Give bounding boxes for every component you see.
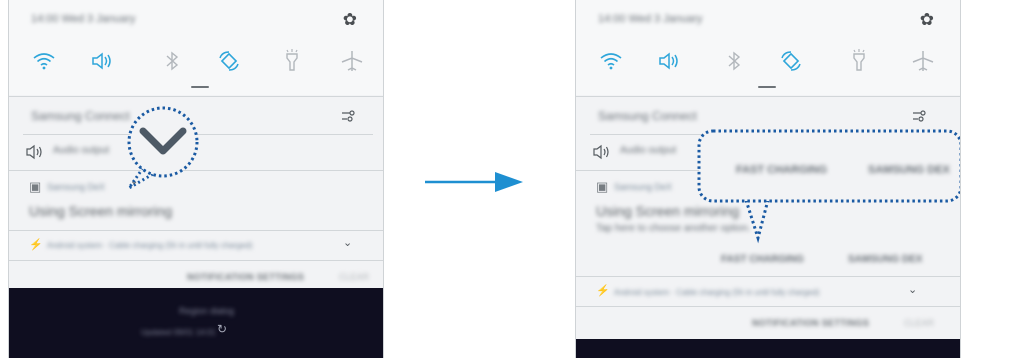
notification-settings-button[interactable]: NOTIFICATION SETTINGS: [187, 272, 304, 282]
app-name: Samsung DeX: [47, 182, 106, 192]
gear-icon[interactable]: ✿: [343, 10, 357, 30]
auto-rotate-icon[interactable]: [778, 48, 804, 74]
lightning-icon: ⚡: [29, 239, 43, 251]
notification-title[interactable]: Using Screen mirroring: [29, 203, 172, 219]
system-notification[interactable]: Android system · Cable charging (5h in u…: [47, 241, 252, 250]
notification-settings-button[interactable]: NOTIFICATION SETTINGS: [752, 318, 869, 328]
quick-tiles: [9, 48, 383, 74]
quick-settings: 14:00 Wed 3 January ✿: [576, 0, 960, 95]
audio-output-label[interactable]: Audio output: [53, 145, 109, 156]
divider: [576, 306, 960, 307]
callout-samsung-dex-button[interactable]: SAMSUNG DEX: [868, 164, 950, 176]
connect-settings-icon[interactable]: [341, 108, 357, 124]
wifi-icon[interactable]: [31, 48, 57, 74]
chevron-down-icon[interactable]: ⌄: [343, 236, 352, 249]
dark-line-2: Updated 09/01 14:01: [141, 328, 216, 337]
left-notification-panel: 14:00 Wed 3 January ✿ Samsung Connect Au…: [8, 0, 384, 358]
quick-tiles: [576, 48, 960, 74]
quick-settings: 14:00 Wed 3 January ✿: [9, 0, 383, 95]
dex-app-icon: ▣: [596, 179, 609, 194]
gear-icon[interactable]: ✿: [920, 10, 934, 30]
status-text: 14:00 Wed 3 January: [31, 13, 136, 25]
audio-output-label[interactable]: Audio output: [620, 145, 676, 156]
status-text: 14:00 Wed 3 January: [598, 13, 703, 25]
divider: [9, 230, 383, 231]
airplane-mode-icon[interactable]: [339, 48, 365, 74]
drag-handle[interactable]: [758, 86, 776, 88]
refresh-icon[interactable]: ↻: [217, 322, 227, 336]
divider: [9, 260, 383, 261]
dark-background: [576, 339, 960, 358]
dark-line-1: Region dialog: [179, 306, 235, 316]
right-notification-panel: 14:00 Wed 3 January ✿ Samsung Connect Au…: [575, 0, 961, 358]
bluetooth-icon[interactable]: [159, 48, 185, 74]
expand-chevron-icon[interactable]: [137, 123, 189, 159]
drag-handle[interactable]: [191, 86, 209, 88]
sound-icon[interactable]: [89, 48, 115, 74]
wifi-icon[interactable]: [598, 48, 624, 74]
audio-output-icon[interactable]: [25, 144, 45, 160]
divider: [576, 96, 960, 97]
dex-app-icon: ▣: [29, 179, 42, 194]
auto-rotate-icon[interactable]: [216, 48, 242, 74]
callout-fast-charging-button[interactable]: FAST CHARGING: [736, 164, 827, 176]
audio-output-icon[interactable]: [592, 144, 612, 160]
samsung-connect-label[interactable]: Samsung Connect: [31, 109, 130, 123]
fast-charging-action[interactable]: FAST CHARGING: [721, 254, 804, 265]
connect-settings-icon[interactable]: [912, 108, 928, 124]
lightning-icon: ⚡: [596, 285, 610, 297]
small-chevron-icon[interactable]: ⌄: [130, 176, 138, 187]
airplane-mode-icon[interactable]: [910, 48, 936, 74]
flashlight-icon[interactable]: [846, 48, 872, 74]
system-notification[interactable]: Android system · Cable charging (5h in u…: [614, 288, 819, 297]
clear-button[interactable]: CLEAR: [339, 272, 369, 282]
samsung-dex-action[interactable]: SAMSUNG DEX: [848, 254, 922, 265]
transition-arrow-icon: [425, 172, 523, 192]
action-buttons-callout: [697, 129, 960, 244]
sound-icon[interactable]: [656, 48, 682, 74]
bluetooth-icon[interactable]: [721, 48, 747, 74]
divider: [9, 96, 383, 97]
samsung-connect-label[interactable]: Samsung Connect: [598, 109, 697, 123]
flashlight-icon[interactable]: [279, 48, 305, 74]
divider: [576, 276, 960, 277]
chevron-down-icon[interactable]: ⌄: [908, 283, 917, 296]
app-name: Samsung DeX: [614, 182, 673, 192]
dark-background: Region dialog Updated 09/01 14:01 ↻: [9, 288, 383, 358]
clear-button[interactable]: CLEAR: [904, 318, 934, 328]
